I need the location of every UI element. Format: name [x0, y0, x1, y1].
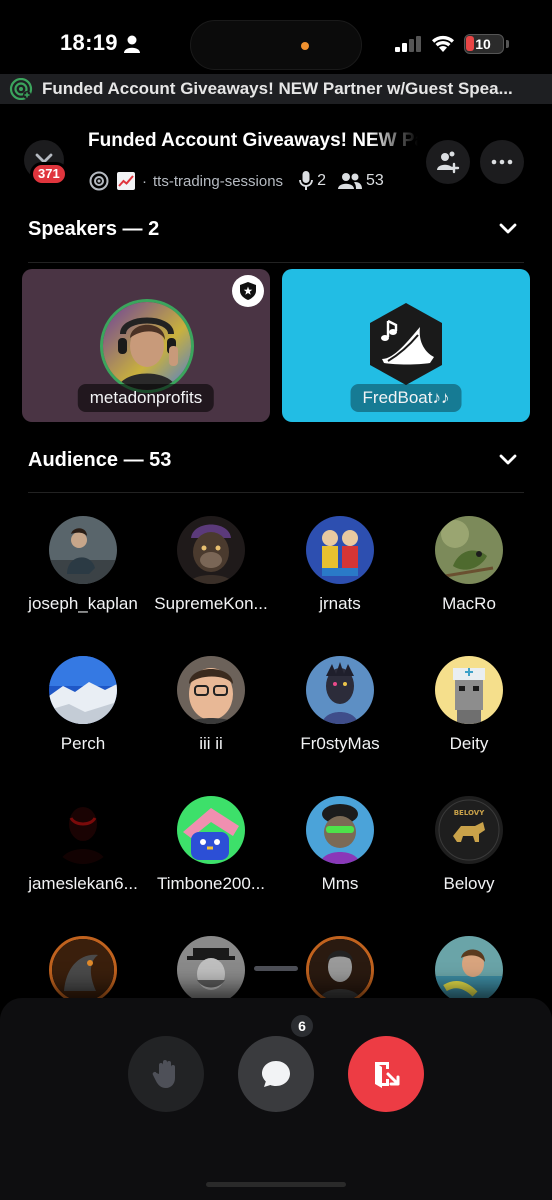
chat-button[interactable] — [238, 1036, 314, 1112]
avatar: BELOVY — [435, 796, 503, 864]
speaker-tile[interactable]: FredBoat♪♪ — [282, 269, 530, 422]
speaker-name: FredBoat♪♪ — [350, 384, 462, 412]
chevron-down-icon — [499, 454, 517, 465]
speaker-count: 2 — [317, 172, 326, 189]
stage-header: 371 Funded Account Giveaways! NEW Partne… — [0, 104, 552, 204]
notification-badge: 371 — [30, 162, 68, 186]
speaker-tile[interactable]: metadonprofits — [22, 269, 270, 422]
avatar — [306, 936, 374, 1004]
fredboat-logo — [370, 303, 442, 385]
audience-member[interactable]: iii ii — [146, 656, 276, 766]
leave-stage-button[interactable] — [348, 1036, 424, 1112]
more-options-button[interactable] — [480, 140, 524, 184]
audience-name: jrnats — [319, 594, 361, 613]
invite-button[interactable] — [426, 140, 470, 184]
more-icon — [491, 159, 513, 165]
audience-member[interactable]: Deity — [404, 656, 534, 766]
listener-count: 53 — [365, 172, 384, 189]
audience-member[interactable]: Fr0styMas — [275, 656, 405, 766]
avatar — [49, 656, 117, 724]
channel-name[interactable]: tts-trading-sessions — [153, 173, 283, 190]
speakers-section-header[interactable]: Speakers — 2 — [28, 210, 524, 250]
audience-name: Deity — [449, 734, 489, 753]
shield-star-icon — [240, 282, 256, 300]
audience-name: Timbone200... — [156, 874, 266, 893]
avatar — [435, 656, 503, 724]
divider — [28, 262, 524, 263]
audience-name: SupremeKon... — [154, 594, 268, 613]
moderator-badge — [232, 275, 264, 307]
chevron-down-icon — [499, 223, 517, 234]
privacy-indicator — [301, 42, 309, 50]
clock: 18:19 — [60, 30, 118, 55]
audience-member[interactable]: jrnats — [275, 516, 405, 626]
meta-separator: · — [142, 172, 147, 190]
stage-controls: 6 — [0, 998, 552, 1200]
stage-title: Funded Account Giveaways! NEW Partner — [88, 130, 418, 151]
avatar — [306, 656, 374, 724]
avatar — [49, 796, 117, 864]
chart-icon — [117, 172, 135, 190]
stage-meta: · tts-trading-sessions 2 53 — [88, 170, 396, 192]
audience-name: Belovy — [443, 874, 495, 893]
dynamic-island — [190, 20, 362, 70]
audience-name: Mms — [321, 874, 359, 893]
audience-member[interactable]: SupremeKon... — [146, 516, 276, 626]
avatar — [49, 936, 117, 1004]
stage-icon — [89, 171, 109, 191]
audience-member[interactable]: Mms — [275, 796, 405, 906]
battery-percent: 10 — [475, 36, 491, 52]
person-icon — [124, 35, 140, 53]
banner-text: Funded Account Giveaways! NEW Partner w/… — [42, 79, 513, 98]
hand-icon — [152, 1060, 175, 1088]
audience-member[interactable]: BELOVY Belovy — [404, 796, 534, 906]
avatar — [177, 656, 245, 724]
stage-live-icon — [9, 78, 33, 100]
audience-member[interactable]: Perch — [18, 656, 148, 766]
audience-member[interactable]: jameslekan6... — [18, 796, 148, 906]
microphone-icon — [299, 171, 313, 190]
audience-name: Perch — [60, 734, 106, 753]
audience-heading: Audience — 53 — [28, 449, 172, 471]
audience-section-header[interactable]: Audience — 53 — [28, 441, 524, 481]
speaker-name: metadonprofits — [77, 384, 215, 412]
avatar — [49, 516, 117, 584]
avatar — [306, 796, 374, 864]
home-indicator[interactable] — [206, 1182, 346, 1187]
audience-member[interactable]: Timbone200... — [146, 796, 276, 906]
live-stage-banner[interactable]: Funded Account Giveaways! NEW Partner w/… — [0, 74, 552, 104]
audience-name: iii ii — [199, 734, 223, 753]
status-bar: 18:19 10 — [0, 0, 552, 74]
raise-hand-button[interactable] — [128, 1036, 204, 1112]
wifi-icon — [432, 35, 454, 52]
chat-unread-badge: 6 — [288, 1012, 316, 1040]
audience-name: MacRo — [442, 594, 496, 613]
audience-name: joseph_kaplan — [28, 594, 138, 613]
belovy-logo-text: BELOVY — [454, 809, 486, 817]
battery-cap — [506, 40, 509, 48]
invite-icon — [437, 151, 460, 174]
audience-member[interactable]: joseph_kaplan — [18, 516, 148, 626]
avatar — [435, 936, 503, 1004]
avatar — [177, 516, 245, 584]
chat-bubble-icon — [262, 1061, 290, 1087]
battery-icon: 10 — [464, 34, 504, 54]
audience-name: Fr0styMas — [300, 734, 380, 753]
audience-member[interactable]: MacRo — [404, 516, 534, 626]
audience-name: jameslekan6... — [28, 874, 138, 893]
avatar — [435, 516, 503, 584]
avatar — [177, 936, 245, 1004]
divider — [28, 492, 524, 493]
people-icon — [337, 173, 362, 189]
avatar — [177, 796, 245, 864]
leave-stage-icon — [375, 1062, 400, 1088]
drag-handle[interactable] — [254, 966, 298, 971]
speakers-heading: Speakers — 2 — [28, 218, 160, 240]
avatar — [100, 299, 194, 393]
avatar — [306, 516, 374, 584]
signal-icon — [395, 36, 421, 52]
